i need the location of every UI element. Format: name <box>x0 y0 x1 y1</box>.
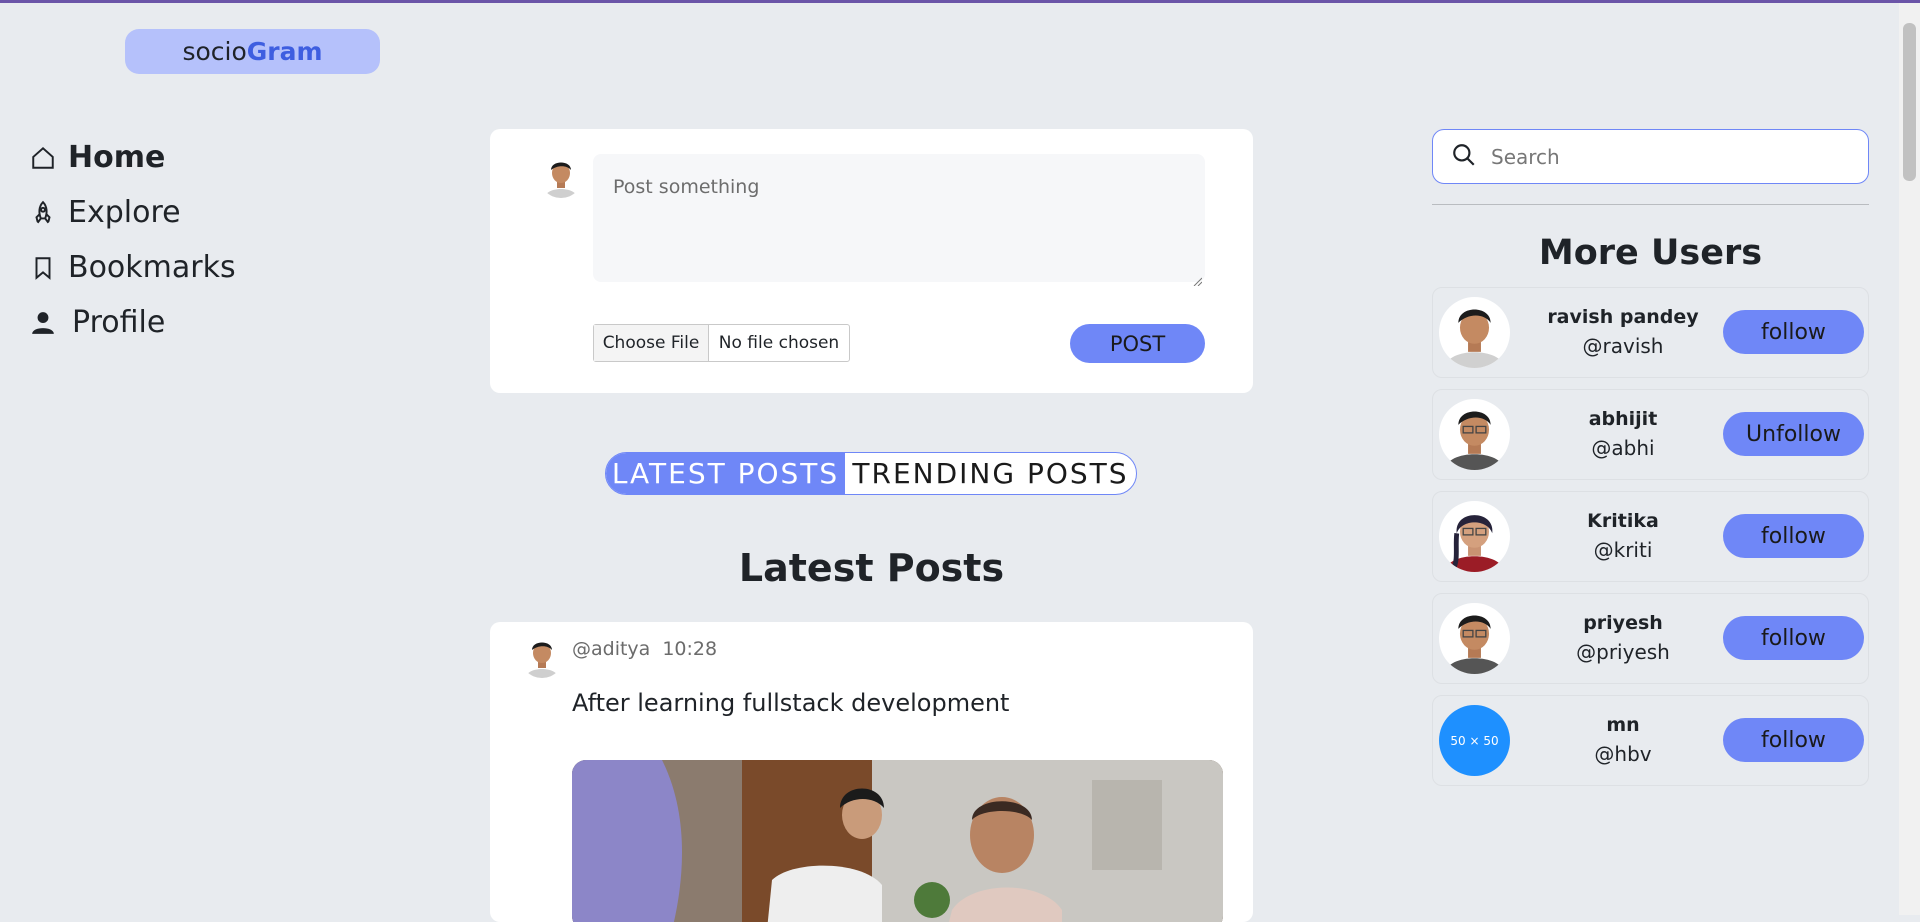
divider <box>1432 204 1869 205</box>
user-handle: @kriti <box>1593 538 1653 562</box>
search-input[interactable]: Search <box>1432 129 1869 184</box>
user-card: ravish pandey @ravish follow <box>1432 287 1869 378</box>
post-composer: Post something Choose File No file chose… <box>490 129 1253 393</box>
brand-name-part1: socio <box>182 37 247 66</box>
user-name: Kritika <box>1587 510 1659 532</box>
post-author-avatar[interactable] <box>520 634 564 678</box>
user-card: Kritika @kriti follow <box>1432 491 1869 582</box>
user-info: priyesh @priyesh <box>1533 612 1713 664</box>
sidebar-nav: Home Explore Bookmarks Profile <box>28 130 236 350</box>
user-info: ravish pandey @ravish <box>1533 306 1713 358</box>
nav-item-profile[interactable]: Profile <box>28 295 236 350</box>
tab-latest-posts[interactable]: LATEST POSTS <box>606 453 845 494</box>
user-card: abhijit @abhi Unfollow <box>1432 389 1869 480</box>
post-handle[interactable]: @aditya <box>572 638 650 660</box>
feed-title: Latest Posts <box>738 546 1005 590</box>
follow-button[interactable]: follow <box>1723 616 1864 660</box>
post-textarea[interactable]: Post something <box>593 154 1205 287</box>
user-card: 50 × 50 mn @hbv follow <box>1432 695 1869 786</box>
follow-button[interactable]: follow <box>1723 718 1864 762</box>
user-icon <box>28 308 58 338</box>
post-text: After learning fullstack development <box>572 689 1010 717</box>
user-info: Kritika @kriti <box>1533 510 1713 562</box>
bookmark-icon <box>28 253 58 283</box>
post-button[interactable]: POST <box>1070 324 1205 363</box>
user-name: abhijit <box>1588 408 1658 430</box>
post-meta: @aditya 10:28 <box>572 638 717 660</box>
brand-logo[interactable]: socio Gram <box>125 29 380 74</box>
user-handle: @priyesh <box>1576 640 1670 664</box>
home-icon <box>28 143 58 173</box>
user-avatar-placeholder[interactable]: 50 × 50 <box>1439 705 1510 776</box>
user-info: mn @hbv <box>1533 714 1713 766</box>
search-placeholder: Search <box>1491 144 1560 169</box>
unfollow-button[interactable]: Unfollow <box>1723 412 1864 456</box>
nav-label-bookmarks: Bookmarks <box>68 250 236 285</box>
post-textarea-placeholder: Post something <box>613 176 760 198</box>
user-handle: @hbv <box>1594 742 1652 766</box>
follow-button[interactable]: follow <box>1723 310 1864 354</box>
user-avatar[interactable] <box>1439 501 1510 572</box>
user-card: priyesh @priyesh follow <box>1432 593 1869 684</box>
tab-trending-posts[interactable]: TRENDING POSTS <box>845 453 1136 494</box>
user-handle: @ravish <box>1582 334 1664 358</box>
file-status: No file chosen <box>718 333 840 353</box>
nav-item-home[interactable]: Home <box>28 130 236 185</box>
user-name: ravish pandey <box>1547 306 1699 328</box>
rocket-icon <box>28 198 58 228</box>
brand-name-part2: Gram <box>246 37 323 66</box>
page-scrollbar[interactable] <box>1899 3 1920 915</box>
user-name: mn <box>1606 714 1640 736</box>
nav-item-bookmarks[interactable]: Bookmarks <box>28 240 236 295</box>
choose-file-button[interactable]: Choose File <box>594 325 709 361</box>
user-avatar[interactable] <box>1439 399 1510 470</box>
feed-tabs: LATEST POSTS TRENDING POSTS <box>605 452 1137 495</box>
follow-button[interactable]: follow <box>1723 514 1864 558</box>
post-image[interactable] <box>572 760 1223 922</box>
post-time: 10:28 <box>662 638 718 660</box>
scrollbar-thumb[interactable] <box>1903 23 1916 181</box>
user-avatar[interactable] <box>1439 603 1510 674</box>
user-name: priyesh <box>1583 612 1663 634</box>
file-input[interactable]: Choose File No file chosen <box>593 324 850 362</box>
user-avatar[interactable] <box>1439 297 1510 368</box>
user-info: abhijit @abhi <box>1533 408 1713 460</box>
nav-label-explore: Explore <box>68 195 181 230</box>
nav-label-profile: Profile <box>72 305 166 340</box>
nav-item-explore[interactable]: Explore <box>28 185 236 240</box>
search-icon <box>1451 142 1477 172</box>
nav-label-home: Home <box>68 140 166 175</box>
resize-grip-icon[interactable] <box>1192 269 1203 287</box>
top-accent-line <box>0 0 1920 3</box>
post-card: @aditya 10:28 After learning fullstack de… <box>490 622 1253 922</box>
more-users-title: More Users <box>1538 233 1763 273</box>
user-handle: @abhi <box>1591 436 1655 460</box>
composer-avatar <box>539 154 583 198</box>
